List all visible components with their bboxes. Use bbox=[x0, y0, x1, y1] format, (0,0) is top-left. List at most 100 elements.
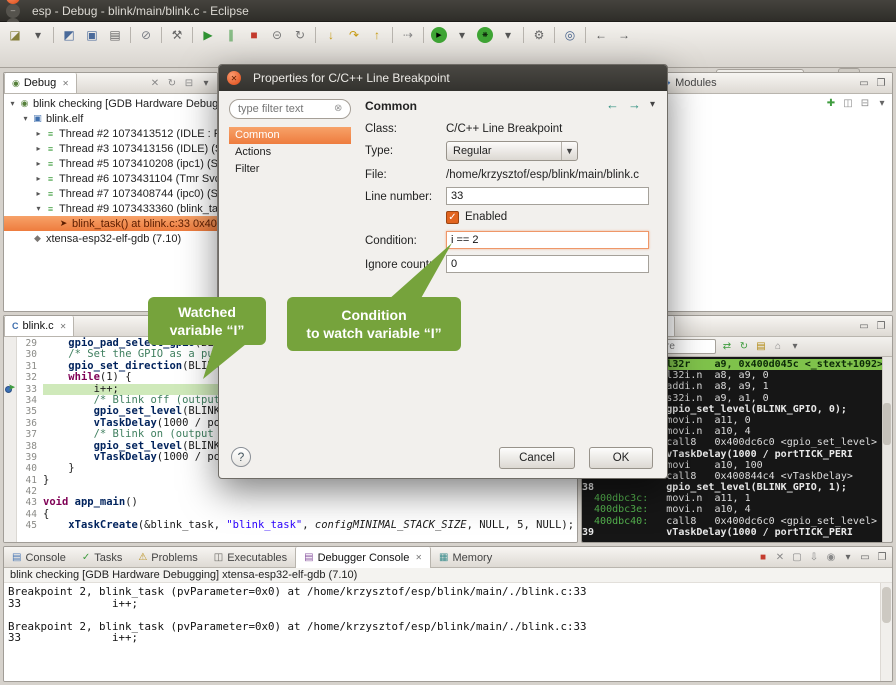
console-scrollbar[interactable] bbox=[880, 583, 892, 681]
close-icon[interactable]: ✕ bbox=[62, 79, 69, 88]
minimize-window-icon[interactable]: – bbox=[6, 4, 20, 18]
close-icon[interactable]: ✕ bbox=[415, 553, 422, 562]
enabled-checkbox[interactable]: ✓ bbox=[446, 211, 459, 224]
suspend-button[interactable]: ∥ bbox=[220, 25, 242, 45]
minimize-button[interactable]: ▭ bbox=[857, 550, 873, 564]
save-button[interactable]: ◩ bbox=[58, 25, 80, 45]
build-button[interactable]: ⚒ bbox=[166, 25, 188, 45]
dialog-nav-actions[interactable]: Actions bbox=[229, 144, 351, 161]
console-tab-executables[interactable]: ◫Executables bbox=[206, 547, 295, 568]
cancel-button[interactable]: Cancel bbox=[499, 447, 575, 469]
disconnect-button[interactable]: ⊝ bbox=[266, 25, 288, 45]
terminate-button[interactable]: ■ bbox=[755, 550, 771, 564]
close-icon[interactable]: ✕ bbox=[60, 322, 67, 331]
close-icon[interactable]: ✕ bbox=[227, 71, 241, 85]
debug-tree-item[interactable]: ▸≡Thread #2 1073413512 (IDLE : Runn bbox=[4, 126, 217, 141]
debug-tree-item[interactable]: ▾▣blink.elf bbox=[4, 111, 217, 126]
disassembly-scrollbar[interactable] bbox=[882, 357, 892, 542]
debug-tree-item[interactable]: ▸≡Thread #3 1073413156 (IDLE) (Susp bbox=[4, 141, 217, 156]
navigate-back-button[interactable]: ← bbox=[590, 25, 612, 45]
step-return-button[interactable]: ↑ bbox=[366, 25, 388, 45]
debug-tree-item[interactable]: ▾≡Thread #9 1073433360 (blink_task bbox=[4, 201, 217, 216]
console-tab-problems[interactable]: ⚠Problems bbox=[130, 547, 205, 568]
help-button[interactable]: ? bbox=[231, 447, 251, 467]
view-menu-button[interactable]: ▾ bbox=[198, 76, 214, 90]
back-arrow-icon[interactable]: ← bbox=[606, 97, 619, 112]
step-over-button[interactable]: ↷ bbox=[343, 25, 365, 45]
minimize-button[interactable]: ▭ bbox=[856, 319, 872, 333]
pulldown-icon[interactable]: ▾ bbox=[650, 99, 655, 110]
maximize-button[interactable]: ❐ bbox=[873, 319, 889, 333]
collapse-all-button[interactable]: ⊟ bbox=[857, 96, 873, 110]
tree-expander-icon[interactable]: ▸ bbox=[33, 174, 44, 183]
filter-input[interactable] bbox=[229, 99, 351, 119]
close-window-icon[interactable]: ✕ bbox=[6, 0, 20, 4]
pin-console-button[interactable]: ◉ bbox=[823, 550, 839, 564]
debug-tree-item[interactable]: ▸≡Thread #7 1073408744 (ipc0) (Susp bbox=[4, 186, 217, 201]
refresh-button[interactable]: ↻ bbox=[736, 340, 752, 354]
debug-tree-item[interactable]: ➤blink_task() at blink.c:33 0x400db bbox=[4, 216, 217, 231]
type-dropdown[interactable]: Regular ▼ bbox=[446, 141, 578, 161]
tab-blink-c[interactable]: C blink.c ✕ bbox=[4, 316, 74, 336]
clear-console-button[interactable]: ▢ bbox=[789, 550, 805, 564]
line-number-input[interactable] bbox=[446, 187, 649, 205]
tree-expander-icon[interactable]: ▸ bbox=[33, 189, 44, 198]
view-menu-button[interactable]: ▾ bbox=[840, 550, 856, 564]
console-tab-console[interactable]: ▤Console bbox=[4, 547, 74, 568]
new-button[interactable]: ◪ bbox=[4, 25, 26, 45]
debug-tree-item[interactable]: ▸≡Thread #5 1073410208 (ipc1) (Susp bbox=[4, 156, 217, 171]
dialog-nav-filter[interactable]: Filter bbox=[229, 161, 351, 178]
disassembly-line[interactable]: 400dbc3e: movi.n a10, 4 bbox=[582, 504, 892, 515]
dialog-titlebar[interactable]: ✕ Properties for C/C++ Line Breakpoint bbox=[219, 65, 667, 91]
disassembly-line[interactable]: 400dbc3c: movi.n a11, 1 bbox=[582, 493, 892, 504]
forward-arrow-icon[interactable]: → bbox=[628, 97, 641, 112]
debug-menu-button[interactable]: ▾ bbox=[497, 25, 519, 45]
navigate-forward-button[interactable]: → bbox=[613, 25, 635, 45]
disassembly-line[interactable]: 400dbc40: call8 0x400dc6c0 <gpio_set_lev… bbox=[582, 516, 892, 527]
resume-button[interactable]: ▶ bbox=[197, 25, 219, 45]
home-button[interactable]: ⌂ bbox=[770, 340, 786, 354]
disassembly-line[interactable]: 38 gpio_set_level(BLINK_GPIO, 1); bbox=[582, 482, 892, 493]
view-menu-button[interactable]: ▾ bbox=[874, 96, 890, 110]
sync-with-active-debug-context-button[interactable]: ⇄ bbox=[719, 340, 735, 354]
code-line[interactable]: 45 xTaskCreate(&blink_task, "blink_task"… bbox=[17, 520, 577, 531]
debug-tree-item[interactable]: ◆xtensa-esp32-elf-gdb (7.10) bbox=[4, 231, 217, 246]
console-tab-memory[interactable]: ▦Memory bbox=[431, 547, 500, 568]
step-into-button[interactable]: ↓ bbox=[320, 25, 342, 45]
run-menu-button[interactable]: ▾ bbox=[451, 25, 473, 45]
restart-button[interactable]: ↻ bbox=[289, 25, 311, 45]
tree-expander-icon[interactable]: ▸ bbox=[33, 129, 44, 138]
ok-button[interactable]: OK bbox=[589, 447, 653, 469]
save-all-button[interactable]: ▣ bbox=[81, 25, 103, 45]
breakpoint-current-line-marker-icon[interactable]: ➤ bbox=[5, 383, 17, 394]
window-titlebar[interactable]: ✕–+ esp - Debug - blink/main/blink.c - E… bbox=[0, 0, 896, 22]
tree-expander-icon[interactable]: ▸ bbox=[33, 144, 44, 153]
scrollbar-thumb[interactable] bbox=[882, 587, 891, 623]
run-button[interactable]: ▶ bbox=[431, 27, 447, 43]
console-tab-tasks[interactable]: ✓Tasks bbox=[74, 547, 131, 568]
tree-expander-icon[interactable]: ▸ bbox=[33, 159, 44, 168]
collapse-all-button[interactable]: ⊟ bbox=[181, 76, 197, 90]
debug-tree-item[interactable]: ▸≡Thread #6 1073431104 (Tmr Svc) (S bbox=[4, 171, 217, 186]
console-tab-debugger-console[interactable]: ▤Debugger Console✕ bbox=[295, 547, 431, 568]
search-button[interactable]: ◎ bbox=[559, 25, 581, 45]
debug-button[interactable]: ❋ bbox=[477, 27, 493, 43]
remove-all-terminated-button[interactable]: ✕ bbox=[147, 76, 163, 90]
console-output[interactable]: Breakpoint 2, blink_task (pvParameter=0x… bbox=[4, 583, 880, 681]
minimize-button[interactable]: ▭ bbox=[856, 76, 872, 90]
view-menu-button[interactable]: ▾ bbox=[787, 340, 803, 354]
tab-debug[interactable]: ◉ Debug ✕ bbox=[4, 73, 77, 93]
maximize-button[interactable]: ❐ bbox=[873, 76, 889, 90]
ignore-count-input[interactable] bbox=[446, 255, 649, 273]
add-register-group-button[interactable]: ✚ bbox=[823, 96, 839, 110]
show-source-button[interactable]: ▤ bbox=[753, 340, 769, 354]
restart-launch-button[interactable]: ↻ bbox=[164, 76, 180, 90]
scroll-lock-button[interactable]: ⇩ bbox=[806, 550, 822, 564]
debug-tree-item[interactable]: ▾◉blink checking [GDB Hardware Debug bbox=[4, 96, 217, 111]
code-line[interactable]: 43void app_main() bbox=[17, 497, 577, 508]
tree-expander-icon[interactable]: ▾ bbox=[33, 204, 44, 213]
disassembly-line[interactable]: 39 vTaskDelay(1000 / portTICK_PERI bbox=[582, 527, 892, 538]
marker-gutter[interactable] bbox=[4, 337, 17, 542]
instruction-stepping-button[interactable]: ⇢ bbox=[397, 25, 419, 45]
print-button[interactable]: ▤ bbox=[104, 25, 126, 45]
